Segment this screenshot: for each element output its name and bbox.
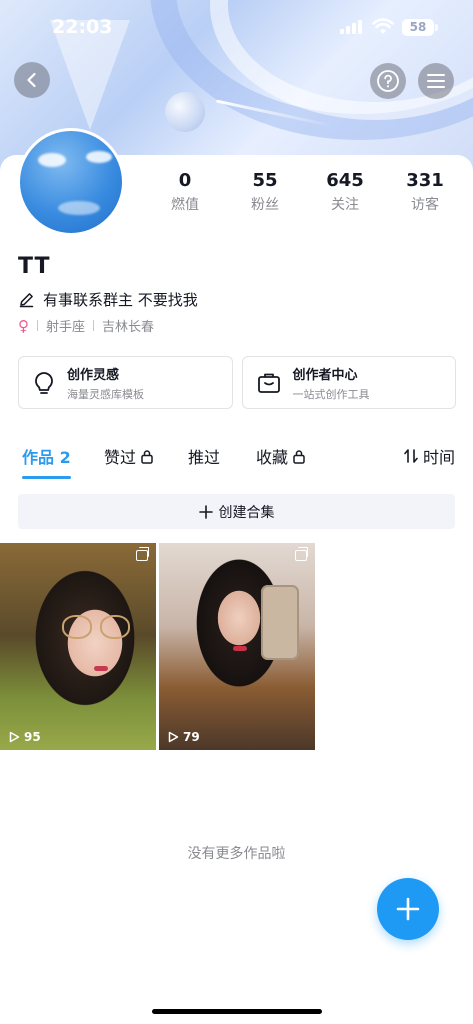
signal-icon [340, 20, 362, 34]
stat-fans[interactable]: 55 粉丝 [230, 170, 300, 214]
profile-stats: 0 燃值 55 粉丝 645 关注 331 访客 [150, 170, 460, 214]
stat-label: 燃值 [171, 197, 199, 213]
stat-value: 331 [406, 170, 444, 191]
lightbulb-icon [35, 371, 53, 394]
no-more-works-text: 没有更多作品啦 [187, 846, 286, 862]
tool-subtitle: 海量灵感库模板 [67, 387, 144, 401]
lock-icon [141, 449, 153, 464]
stat-value: 55 [252, 170, 278, 191]
inspiration-card[interactable]: 创作灵感 海量灵感库模板 [18, 356, 233, 409]
avatar[interactable] [17, 128, 125, 236]
play-count: 95 [9, 730, 41, 744]
female-icon: ♀ [18, 316, 29, 335]
tab-works[interactable]: 作品 2 [22, 444, 71, 468]
wifi-icon [372, 18, 394, 34]
bio-row[interactable]: 有事联系群主 不要找我 [18, 289, 198, 310]
tool-subtitle: 一站式创作工具 [292, 387, 370, 401]
profile-meta: ♀ 射手座 吉林长春 [18, 316, 155, 336]
collection-label: 创建合集 [218, 504, 275, 521]
sort-by-time[interactable]: 时间 [403, 444, 455, 468]
works-grid: 95 79 [0, 543, 315, 750]
question-icon [377, 70, 399, 92]
play-count-value: 79 [183, 730, 200, 744]
username: TT [18, 254, 51, 279]
play-count-value: 95 [24, 730, 41, 744]
chevron-left-icon [27, 72, 36, 88]
hamburger-icon [427, 74, 445, 88]
location-label: 吉林长春 [102, 320, 155, 335]
content-tabs: 作品 2 赞过 推过 收藏 时间 [0, 438, 473, 482]
zodiac-label: 射手座 [46, 320, 86, 335]
pencil-icon [19, 293, 34, 308]
sort-icon [404, 449, 418, 463]
tab-liked[interactable]: 赞过 [104, 444, 154, 468]
stat-label: 粉丝 [251, 197, 279, 213]
play-count: 79 [168, 730, 200, 744]
status-time: 22:03 [52, 16, 113, 38]
tab-recommended[interactable]: 推过 [188, 444, 220, 468]
battery-icon: 58 [402, 19, 438, 36]
plus-icon [396, 897, 420, 921]
status-bar: 22:03 58 [0, 0, 473, 56]
multi-image-icon [295, 547, 308, 561]
stat-label: 关注 [331, 197, 359, 213]
play-icon [168, 731, 179, 743]
create-collection-button[interactable]: 创建合集 [18, 494, 455, 529]
multi-image-icon [136, 547, 149, 561]
home-indicator[interactable] [152, 1009, 322, 1014]
creator-tools: 创作灵感 海量灵感库模板 创作者中心 一站式创作工具 [18, 356, 456, 409]
plus-icon [198, 504, 213, 519]
tool-title: 创作灵感 [67, 367, 120, 383]
tab-label: 作品 2 [22, 448, 71, 467]
lock-icon [293, 449, 305, 464]
stat-following[interactable]: 645 关注 [310, 170, 380, 214]
creator-center-card[interactable]: 创作者中心 一站式创作工具 [241, 356, 456, 409]
active-tab-indicator [22, 476, 71, 479]
tab-label: 收藏 [256, 448, 289, 467]
tool-title: 创作者中心 [292, 367, 358, 383]
stat-burn-value[interactable]: 0 燃值 [150, 170, 220, 214]
tab-favorites[interactable]: 收藏 [256, 444, 306, 468]
help-button[interactable] [370, 63, 406, 99]
tab-label: 推过 [188, 448, 221, 467]
post-thumbnail[interactable]: 95 [0, 543, 156, 750]
stat-visitors[interactable]: 331 访客 [390, 170, 460, 214]
stat-label: 访客 [411, 197, 439, 213]
create-post-button[interactable] [377, 878, 439, 940]
menu-button[interactable] [418, 63, 454, 99]
tab-label: 赞过 [104, 448, 137, 467]
briefcase-icon [257, 373, 280, 393]
bio-text: 有事联系群主 不要找我 [43, 291, 198, 309]
stat-value: 0 [178, 170, 192, 191]
stat-value: 645 [326, 170, 364, 191]
play-icon [9, 731, 20, 743]
divider [37, 320, 38, 331]
divider [93, 320, 95, 331]
tab-label: 时间 [423, 448, 456, 467]
post-thumbnail[interactable]: 79 [159, 543, 315, 750]
back-button[interactable] [14, 62, 50, 98]
